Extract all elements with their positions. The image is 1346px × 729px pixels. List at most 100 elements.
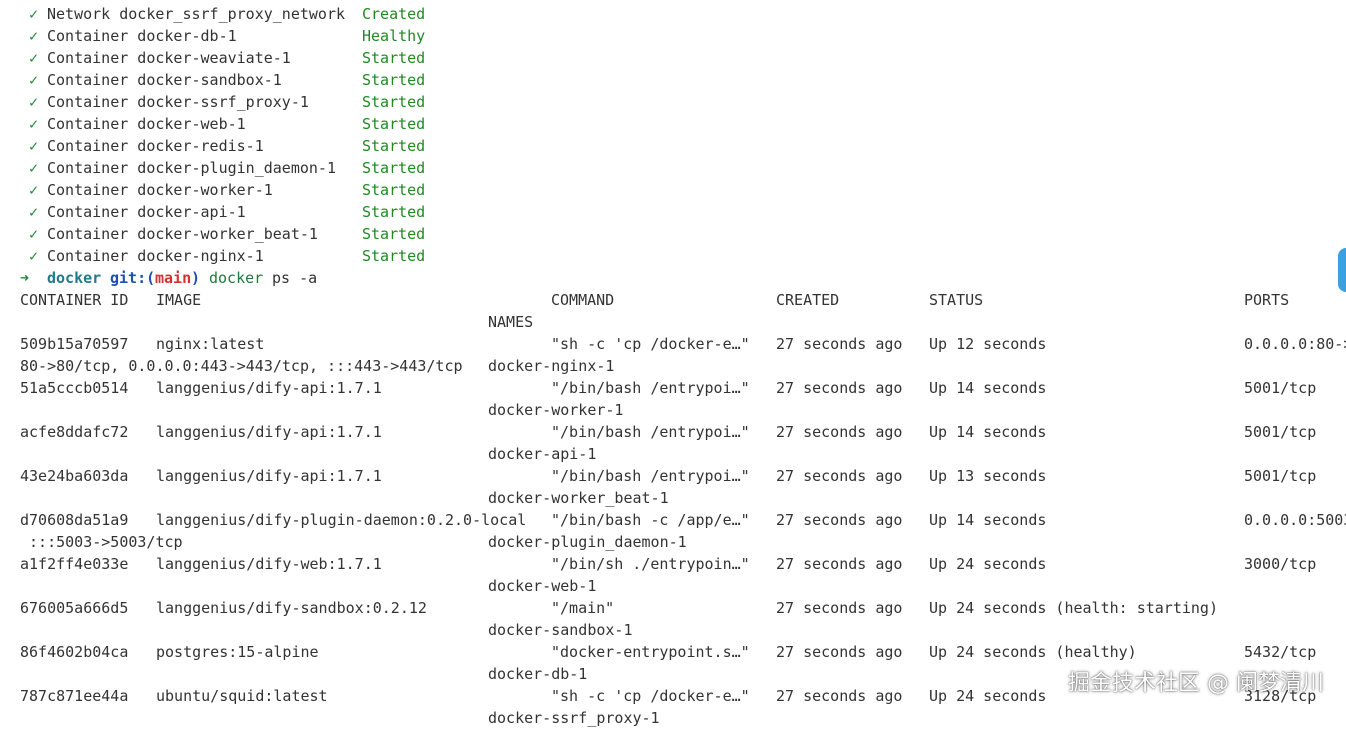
cell-container-id: d70608da51a9	[20, 511, 129, 529]
cell-container-id: a1f2ff4e033e	[20, 555, 129, 573]
compose-step: ✓ Container docker-nginx-1 Started	[0, 245, 1346, 267]
watermark: 掘金技术社区 @ 阑梦清川	[1068, 671, 1324, 696]
cell-image: nginx:latest	[156, 335, 265, 353]
cell-created: 27 seconds ago	[776, 335, 903, 353]
cell-created: 27 seconds ago	[776, 599, 903, 617]
cell-status: Up 24 seconds (health: starting)	[929, 599, 1218, 617]
step-name: Container docker-ssrf_proxy-1	[47, 93, 309, 111]
scroll-tab-handle[interactable]	[1338, 248, 1346, 292]
cell-command: "sh -c 'cp /docker-e…"	[551, 687, 750, 705]
header-names: NAMES	[488, 313, 534, 331]
step-status: Started	[362, 71, 426, 89]
cell-ports: 5001/tcp	[1244, 379, 1317, 397]
table-row-wrap: docker-worker_beat-1	[0, 487, 1346, 509]
shell-prompt: ➜ docker git:( main ) docker ps -a	[0, 267, 1346, 289]
table-row: 43e24ba603da langgenius/dify-api:1.7.1 "/b…	[0, 465, 1346, 487]
table-row-wrap: docker-web-1	[0, 575, 1346, 597]
cell-name: docker-plugin_daemon-1	[488, 533, 687, 551]
cell-container-id: 43e24ba603da	[20, 467, 129, 485]
compose-step: ✓ Container docker-sandbox-1 Started	[0, 69, 1346, 91]
prompt-cwd: docker	[47, 269, 102, 287]
cell-ports-wrap: :::5003->5003/tcp	[20, 533, 183, 551]
check-icon: ✓	[29, 115, 39, 133]
cell-created: 27 seconds ago	[776, 643, 903, 661]
cell-image: langgenius/dify-sandbox:0.2.12	[156, 599, 427, 617]
prompt-branch: main	[155, 269, 192, 287]
step-status: Healthy	[362, 27, 426, 45]
cell-command: "/bin/bash /entrypoi…"	[551, 423, 750, 441]
step-status: Started	[362, 203, 426, 221]
prompt-arrow-icon: ➜	[20, 269, 30, 287]
cell-command: "/bin/bash -c /app/e…"	[551, 511, 750, 529]
cell-name: docker-worker-1	[488, 401, 624, 419]
cell-container-id: 86f4602b04ca	[20, 643, 129, 661]
header-command: COMMAND	[551, 291, 615, 309]
compose-step: ✓ Container docker-db-1 Healthy	[0, 25, 1346, 47]
check-icon: ✓	[29, 93, 39, 111]
compose-step: ✓ Container docker-api-1 Started	[0, 201, 1346, 223]
cell-name: docker-worker_beat-1	[488, 489, 669, 507]
table-row-wrap: docker-api-1	[0, 443, 1346, 465]
step-status: Started	[362, 49, 426, 67]
cell-created: 27 seconds ago	[776, 687, 903, 705]
compose-step: ✓ Container docker-worker-1 Started	[0, 179, 1346, 201]
check-icon: ✓	[29, 203, 39, 221]
step-name: Container docker-db-1	[47, 27, 237, 45]
header-created: CREATED	[776, 291, 840, 309]
compose-step: ✓ Container docker-plugin_daemon-1 Started	[0, 157, 1346, 179]
cell-image: ubuntu/squid:latest	[156, 687, 328, 705]
check-icon: ✓	[29, 71, 39, 89]
cell-container-id: 51a5cccb0514	[20, 379, 129, 397]
cell-container-id: 509b15a70597	[20, 335, 129, 353]
cell-image: langgenius/dify-api:1.7.1	[156, 423, 382, 441]
step-name: Container docker-plugin_daemon-1	[47, 159, 336, 177]
compose-step: ✓ Container docker-weaviate-1 Started	[0, 47, 1346, 69]
prompt-git-prefix: git:(	[110, 269, 156, 287]
table-row: 51a5cccb0514 langgenius/dify-api:1.7.1 "/b…	[0, 377, 1346, 399]
cell-status: Up 12 seconds	[929, 335, 1047, 353]
step-status: Started	[362, 137, 426, 155]
cell-command: "/bin/bash /entrypoi…"	[551, 467, 750, 485]
step-status: Started	[362, 247, 426, 265]
compose-step: ✓ Container docker-web-1 Started	[0, 113, 1346, 135]
compose-step: ✓ Network docker_ssrf_proxy_network Create…	[0, 3, 1346, 25]
cell-ports: 5001/tcp	[1244, 423, 1317, 441]
table-row: 509b15a70597 nginx:latest "sh -c 'cp /dock…	[0, 333, 1346, 355]
prompt-command-bin: docker	[209, 269, 264, 287]
header-ports: PORTS	[1244, 291, 1290, 309]
cell-status: Up 24 seconds	[929, 555, 1047, 573]
cell-container-id: 676005a666d5	[20, 599, 129, 617]
table-row: 676005a666d5 langgenius/dify-sandbox:0.2.…	[0, 597, 1346, 619]
header-container-id: CONTAINER ID	[20, 291, 129, 309]
cell-status: Up 14 seconds	[929, 379, 1047, 397]
cell-ports: 3000/tcp	[1244, 555, 1317, 573]
step-name: Container docker-nginx-1	[47, 247, 264, 265]
prompt-command-args: ps -a	[272, 269, 318, 287]
table-header: CONTAINER ID IMAGE COMMAND CREATED STATU…	[0, 289, 1346, 311]
cell-name: docker-api-1	[488, 445, 597, 463]
table-row-wrap: docker-worker-1	[0, 399, 1346, 421]
cell-container-id: 787c871ee44a	[20, 687, 129, 705]
cell-command: "/bin/bash /entrypoi…"	[551, 379, 750, 397]
cell-ports: 0.0.0.0:80->	[1244, 335, 1346, 353]
check-icon: ✓	[29, 137, 39, 155]
table-row: d70608da51a9 langgenius/dify-plugin-daemo…	[0, 509, 1346, 531]
table-row-wrap: docker-sandbox-1	[0, 619, 1346, 641]
header-status: STATUS	[929, 291, 984, 309]
cell-container-id: acfe8ddafc72	[20, 423, 129, 441]
cell-created: 27 seconds ago	[776, 379, 903, 397]
step-name: Container docker-api-1	[47, 203, 246, 221]
cell-command: "/bin/sh ./entrypoin…"	[551, 555, 750, 573]
cell-status: Up 13 seconds	[929, 467, 1047, 485]
step-name: Container docker-worker_beat-1	[47, 225, 318, 243]
cell-command: "/main"	[551, 599, 615, 617]
cell-name: docker-nginx-1	[488, 357, 615, 375]
step-status: Started	[362, 181, 426, 199]
step-name: Container docker-sandbox-1	[47, 71, 282, 89]
table-row-wrap: :::5003->5003/tcp docker-plugin_daemon-1	[0, 531, 1346, 553]
header-image: IMAGE	[156, 291, 202, 309]
cell-status: Up 24 seconds	[929, 687, 1047, 705]
terminal-window[interactable]: ✓ Network docker_ssrf_proxy_network Create…	[0, 0, 1346, 727]
table-header-wrap: NAMES	[0, 311, 1346, 333]
cell-created: 27 seconds ago	[776, 467, 903, 485]
